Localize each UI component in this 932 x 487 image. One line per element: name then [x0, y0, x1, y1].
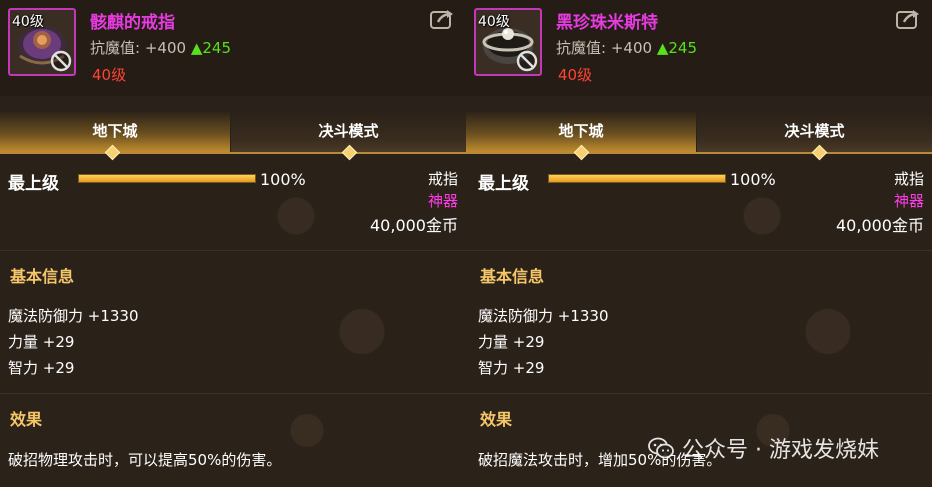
resist-increase: ▲245 — [190, 39, 231, 57]
item-header: 40级 黑珍珠米斯特 抗魔值: +400 ▲245 40级 — [466, 0, 932, 96]
item-type: 戒指 — [427, 170, 458, 188]
tab-pvp[interactable]: 决斗模式 — [697, 112, 932, 152]
stat-line: 智力 +29 — [478, 359, 545, 377]
item-tooltip-panel-1: 40级 骸麒的戒指 抗魔值: +400 ▲245 40级 地下城 决斗模式 最上… — [0, 0, 466, 487]
prohibited-icon — [50, 50, 72, 72]
basic-info-title: 基本信息 — [10, 267, 75, 286]
item-tooltip-panel-2: 40级 黑珍珠米斯特 抗魔值: +400 ▲245 40级 地下城 决斗模式 最… — [466, 0, 932, 487]
basic-info-title: 基本信息 — [480, 267, 545, 286]
item-price: 40,000金币 — [370, 216, 458, 235]
divider — [466, 393, 932, 394]
item-icon[interactable]: 40级 — [474, 8, 542, 76]
effect-text: 破招物理攻击时，可以提高50%的伤害。 — [8, 451, 282, 469]
rank-progress-bar — [548, 174, 726, 183]
resist-value: 抗魔值: +400 ▲245 — [90, 37, 231, 58]
resist-label: 抗魔值: — [90, 39, 141, 57]
resist-increase: ▲245 — [656, 39, 697, 57]
rank-label: 最上级 — [478, 174, 529, 194]
item-level-tag: 40级 — [12, 14, 44, 30]
rank-percent: 100% — [260, 170, 306, 189]
background-decoration — [230, 150, 450, 480]
tab-divider — [466, 152, 932, 154]
effect-title: 效果 — [10, 410, 43, 429]
resist-base: +400 — [144, 39, 187, 57]
watermark: 公众号 · 游戏发烧妹 — [648, 432, 879, 464]
resist-base: +400 — [610, 39, 653, 57]
rank-progress-fill — [549, 175, 725, 182]
watermark-text: 公众号 · 游戏发烧妹 — [682, 438, 879, 463]
item-price: 40,000金币 — [836, 216, 924, 235]
required-level: 40级 — [558, 66, 593, 84]
resist-value: 抗魔值: +400 ▲245 — [556, 37, 697, 58]
stat-line: 力量 +29 — [8, 333, 75, 351]
item-name: 黑珍珠米斯特 — [556, 13, 658, 33]
share-icon[interactable] — [430, 8, 456, 30]
mode-tabs: 地下城 决斗模式 — [466, 112, 932, 161]
stat-line: 力量 +29 — [478, 333, 545, 351]
wechat-icon — [648, 437, 674, 459]
item-header: 40级 骸麒的戒指 抗魔值: +400 ▲245 40级 — [0, 0, 466, 96]
item-type: 戒指 — [893, 170, 924, 188]
divider — [0, 393, 466, 394]
tab-divider — [0, 152, 466, 154]
rank-percent: 100% — [730, 170, 776, 189]
stat-line: 智力 +29 — [8, 359, 75, 377]
background-decoration — [696, 150, 916, 480]
item-grade: 神器 — [893, 192, 924, 210]
stat-line: 魔法防御力 +1330 — [8, 307, 139, 325]
effect-title: 效果 — [480, 410, 513, 429]
mode-tabs: 地下城 决斗模式 — [0, 112, 466, 161]
item-grade: 神器 — [427, 192, 458, 210]
stat-line: 魔法防御力 +1330 — [478, 307, 609, 325]
tab-dungeon[interactable]: 地下城 — [0, 112, 230, 152]
item-name: 骸麒的戒指 — [90, 13, 175, 33]
rank-label: 最上级 — [8, 174, 59, 194]
item-icon[interactable]: 40级 — [8, 8, 76, 76]
divider — [466, 250, 932, 251]
resist-label: 抗魔值: — [556, 39, 607, 57]
divider — [0, 250, 466, 251]
prohibited-icon — [516, 50, 538, 72]
item-level-tag: 40级 — [478, 14, 510, 30]
required-level: 40级 — [92, 66, 127, 84]
rank-progress-fill — [79, 175, 255, 182]
rank-progress-bar — [78, 174, 256, 183]
share-icon[interactable] — [896, 8, 922, 30]
